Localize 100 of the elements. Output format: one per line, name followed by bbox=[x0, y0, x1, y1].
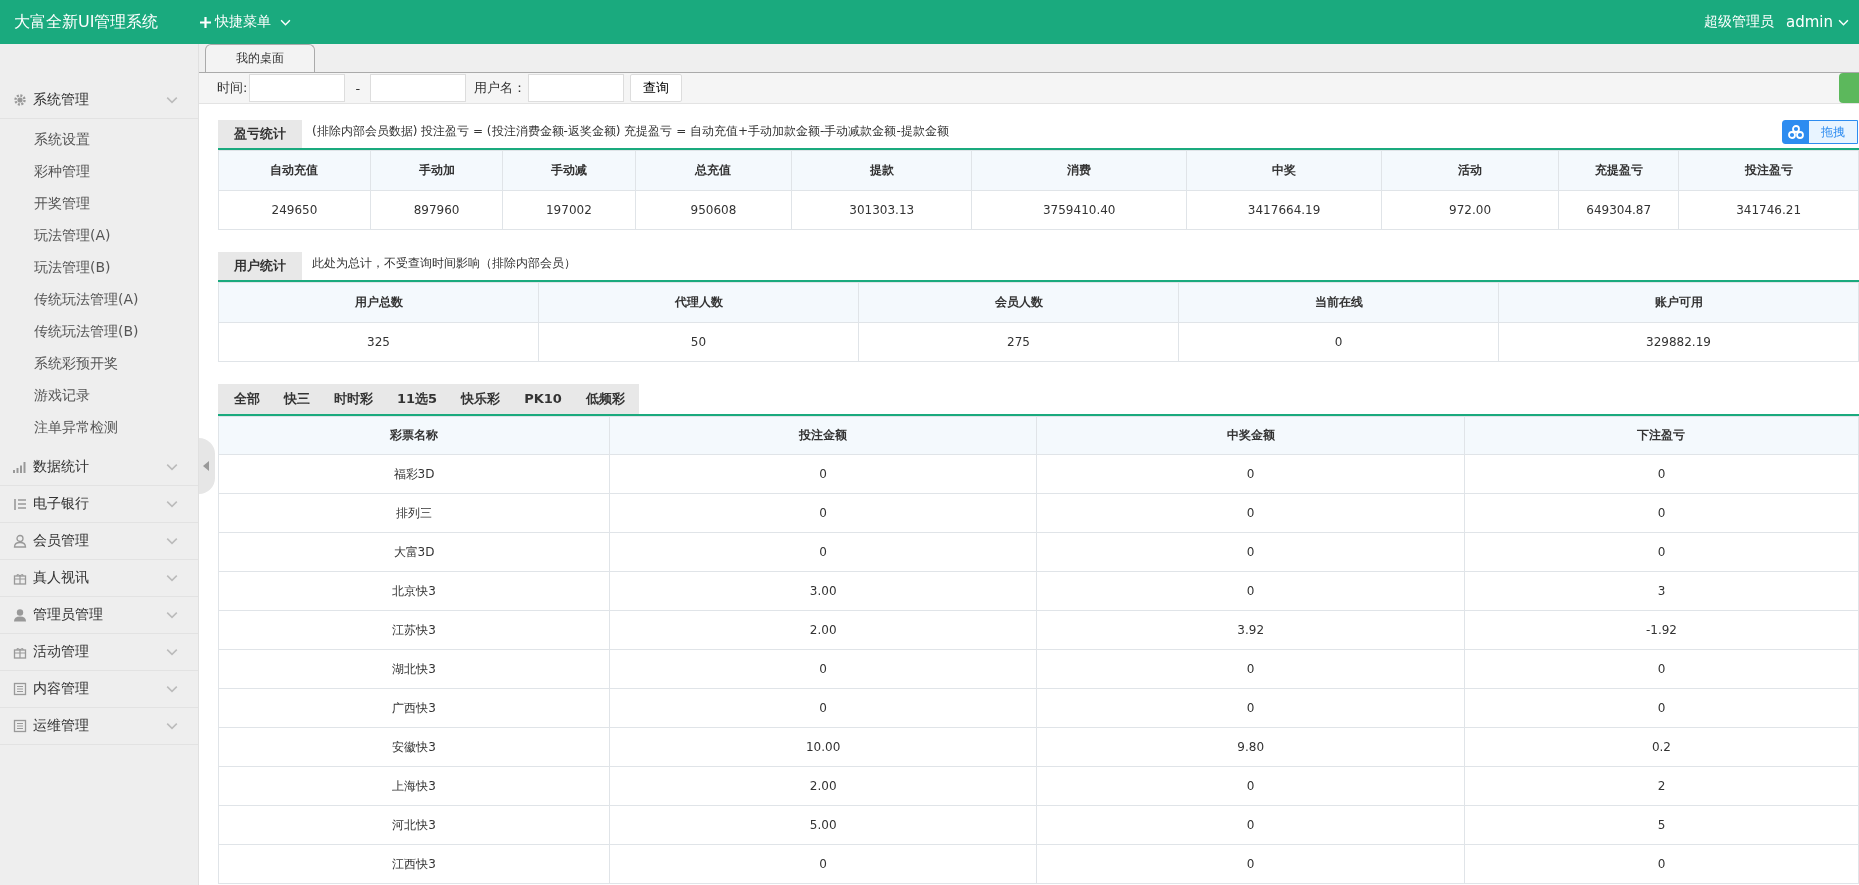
column-header: 总充值 bbox=[635, 150, 792, 191]
upload-label: 拖拽 bbox=[1809, 121, 1857, 143]
sidebar-submenu-item[interactable]: 彩种管理 bbox=[0, 155, 198, 187]
table-cell: 197002 bbox=[502, 190, 636, 230]
side-tab-button[interactable] bbox=[1839, 73, 1859, 103]
section-note: 此处为总计，不受查询时间影响（排除内部会员） bbox=[312, 255, 576, 272]
sidebar-submenu-item[interactable]: 玩法管理(B) bbox=[0, 251, 198, 283]
column-header: 手动加 bbox=[370, 150, 503, 191]
chevron-down-icon bbox=[166, 537, 178, 545]
category-tab[interactable]: 快乐彩 bbox=[449, 384, 513, 414]
table-cell: 0 bbox=[609, 493, 1037, 533]
column-header: 消费 bbox=[971, 150, 1187, 191]
table-cell: 0 bbox=[1036, 649, 1465, 689]
table-cell: 上海快3 bbox=[218, 766, 610, 806]
sidebar-menu-item[interactable]: 电子银行 bbox=[0, 486, 198, 523]
sidebar-submenu-item[interactable]: 开奖管理 bbox=[0, 187, 198, 219]
table-cell: 950608 bbox=[635, 190, 792, 230]
username-label: 用户名： bbox=[474, 79, 527, 97]
table-cell: 0 bbox=[1464, 532, 1859, 572]
table-cell: 2.00 bbox=[609, 610, 1037, 650]
column-header: 彩票名称 bbox=[218, 416, 610, 455]
table-cell: 湖北快3 bbox=[218, 649, 610, 689]
category-tab[interactable]: 全部 bbox=[218, 384, 272, 414]
chevron-down-icon bbox=[166, 96, 178, 104]
document-icon bbox=[13, 719, 27, 733]
table-cell: -1.92 bbox=[1464, 610, 1859, 650]
table-cell: 0 bbox=[1178, 322, 1499, 362]
cloud-icon bbox=[1788, 125, 1804, 139]
table-cell: 5 bbox=[1464, 805, 1859, 845]
chevron-down-icon bbox=[166, 685, 178, 693]
table-cell: 0 bbox=[1036, 688, 1465, 728]
table-cell: 河北快3 bbox=[218, 805, 610, 845]
column-header: 下注盈亏 bbox=[1464, 416, 1859, 455]
sidebar-menu-item[interactable]: 系统管理 bbox=[0, 82, 198, 119]
page-tab[interactable]: 我的桌面 bbox=[205, 44, 315, 72]
column-header: 活动 bbox=[1381, 150, 1559, 191]
sidebar-submenu-item[interactable]: 传统玩法管理(A) bbox=[0, 283, 198, 315]
query-button[interactable]: 查询 bbox=[630, 74, 683, 102]
table-cell: 341746.21 bbox=[1678, 190, 1859, 230]
category-tab[interactable]: 11选5 bbox=[385, 384, 450, 414]
sidebar-menu-item[interactable]: 活动管理 bbox=[0, 634, 198, 671]
table-cell: 10.00 bbox=[609, 727, 1037, 767]
table-cell: 0 bbox=[1464, 493, 1859, 533]
column-header: 中奖 bbox=[1186, 150, 1382, 191]
chevron-down-icon bbox=[166, 648, 178, 656]
table-cell: 9.80 bbox=[1036, 727, 1465, 767]
table-cell: 福彩3D bbox=[218, 454, 610, 494]
column-header: 当前在线 bbox=[1178, 282, 1499, 323]
start-time-field[interactable] bbox=[249, 74, 346, 102]
list-icon bbox=[13, 497, 27, 511]
category-tab[interactable]: 低频彩 bbox=[573, 384, 639, 414]
sidebar-menu-item[interactable]: 数据统计 bbox=[0, 449, 198, 486]
sidebar-menu-item[interactable]: 管理员管理 bbox=[0, 597, 198, 634]
table-cell: 0 bbox=[1036, 844, 1465, 884]
table-cell: 0 bbox=[609, 649, 1037, 689]
sidebar-menu-item[interactable]: 会员管理 bbox=[0, 523, 198, 560]
sidebar-menu-item[interactable]: 运维管理 bbox=[0, 708, 198, 745]
sidebar-menu-item[interactable]: 内容管理 bbox=[0, 671, 198, 708]
sidebar-submenu-item[interactable]: 玩法管理(A) bbox=[0, 219, 198, 251]
table-cell: 3417664.19 bbox=[1186, 190, 1382, 230]
table-cell: 排列三 bbox=[218, 493, 610, 533]
table-cell: 江苏快3 bbox=[218, 610, 610, 650]
sidebar-submenu-item[interactable]: 系统设置 bbox=[0, 123, 198, 155]
end-time-field[interactable] bbox=[370, 74, 467, 102]
sidebar-collapse-handle[interactable] bbox=[199, 438, 215, 494]
table-cell: 5.00 bbox=[609, 805, 1037, 845]
table-cell: 0 bbox=[609, 454, 1037, 494]
chevron-down-icon bbox=[166, 611, 178, 619]
table-cell: 3.92 bbox=[1036, 610, 1465, 650]
column-header: 自动充值 bbox=[218, 150, 371, 191]
category-tab[interactable]: 时时彩 bbox=[322, 384, 385, 414]
chevron-down-icon bbox=[166, 722, 178, 730]
table-cell: 897960 bbox=[370, 190, 503, 230]
category-tab[interactable]: 快三 bbox=[272, 384, 322, 414]
sidebar-submenu-item[interactable]: 传统玩法管理(B) bbox=[0, 315, 198, 347]
gift-icon bbox=[13, 571, 27, 585]
sidebar-submenu-item[interactable]: 注单异常检测 bbox=[0, 411, 198, 443]
table-cell: 649304.87 bbox=[1558, 190, 1679, 230]
category-tab[interactable]: PK10 bbox=[512, 384, 574, 414]
username-field[interactable] bbox=[528, 74, 625, 102]
column-header: 投注金额 bbox=[609, 416, 1037, 455]
table-cell: 325 bbox=[218, 322, 539, 362]
chevron-down-icon bbox=[166, 463, 178, 471]
table-cell: 北京快3 bbox=[218, 571, 610, 611]
sidebar-submenu-item[interactable]: 游戏记录 bbox=[0, 379, 198, 411]
table-cell: 广西快3 bbox=[218, 688, 610, 728]
column-header: 充提盈亏 bbox=[1558, 150, 1679, 191]
table-cell: 江西快3 bbox=[218, 844, 610, 884]
section-note: (排除内部会员数据) 投注盈亏 = (投注消费金额-返奖金额) 充提盈亏 = 自动充值+手动加款金额-手动减款金额-提款金额 bbox=[312, 123, 949, 140]
table-cell: 0 bbox=[609, 532, 1037, 572]
bar-chart-icon bbox=[13, 460, 27, 474]
table-cell: 2.00 bbox=[609, 766, 1037, 806]
table-cell: 0 bbox=[1036, 454, 1465, 494]
document-icon bbox=[13, 682, 27, 696]
sidebar-submenu-item[interactable]: 系统彩预开奖 bbox=[0, 347, 198, 379]
table-cell: 972.00 bbox=[1381, 190, 1559, 230]
column-header: 代理人数 bbox=[538, 282, 859, 323]
column-header: 提款 bbox=[791, 150, 972, 191]
sidebar-menu-item[interactable]: 真人视讯 bbox=[0, 560, 198, 597]
table-cell: 2 bbox=[1464, 766, 1859, 806]
